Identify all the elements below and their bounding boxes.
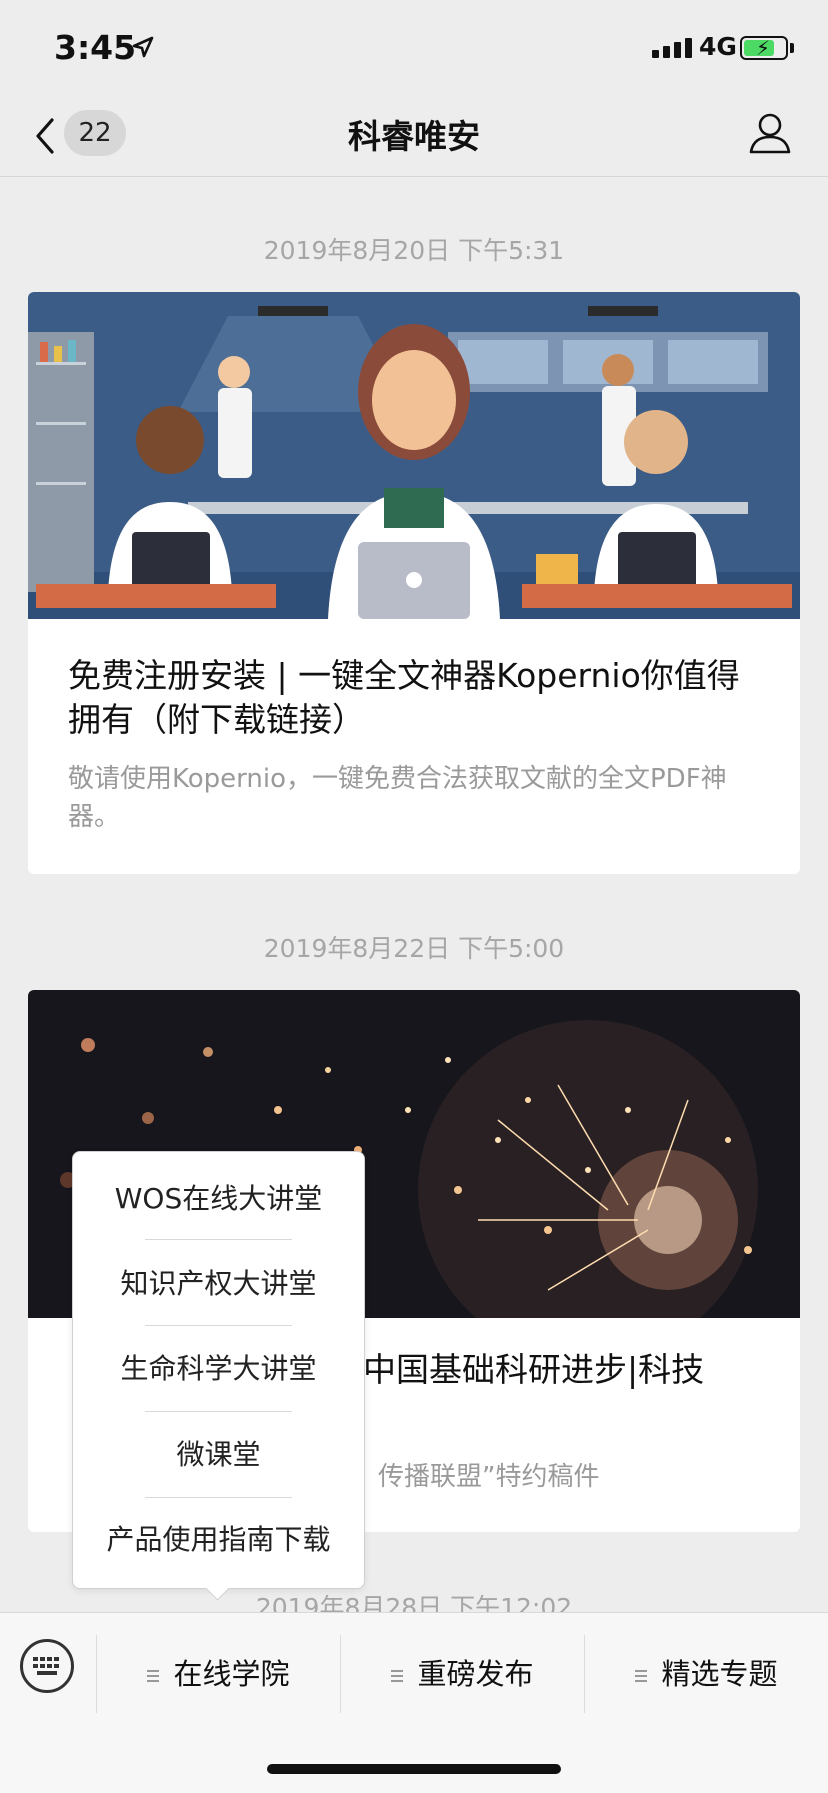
submenu-indicator-icon [635,1667,648,1685]
submenu-item-product-guide[interactable]: 产品使用指南下载 [73,1497,364,1583]
battery-tip [790,43,794,53]
submenu-item-micro-class[interactable]: 微课堂 [73,1412,364,1498]
submenu-divider [145,1239,292,1240]
menu-online-academy[interactable]: 在线学院 [97,1635,340,1713]
submenu-popup: WOS在线大讲堂 知识产权大讲堂 生命科学大讲堂 微课堂 产品使用指南下载 [72,1151,365,1589]
status-bar: 3:45 4G ⚡ [0,0,828,96]
keyboard-icon[interactable] [20,1639,74,1693]
article-card[interactable]: 免费注册安装 | 一键全文神器Kopernio你值得拥有（附下载链接） 敬请使用… [28,292,800,874]
profile-icon[interactable] [748,110,792,156]
article-description: 敬请使用Kopernio，一键免费合法获取文献的全文PDF神器。 [68,764,727,832]
signal-strength-icon [652,38,692,58]
message-date: 2019年8月20日 下午5:31 [263,236,565,265]
message-date: 2019年8月22日 下午5:00 [263,934,565,963]
network-type: 4G [699,32,737,61]
location-arrow-icon [132,36,154,58]
article-cover-image [28,292,800,619]
menu-label: 重磅发布 [417,1657,534,1691]
article-title[interactable]: 中国基础科研进步|科技 [363,1348,783,1392]
menu-featured-topics[interactable]: 精选专题 [585,1635,828,1713]
submenu-indicator-icon [147,1667,160,1685]
submenu-item-ip[interactable]: 知识产权大讲堂 [73,1241,364,1327]
home-indicator[interactable] [267,1764,561,1774]
submenu-item-life-science[interactable]: 生命科学大讲堂 [73,1326,364,1412]
article-title[interactable]: 免费注册安装 | 一键全文神器Kopernio你值得拥有（附下载链接） [68,654,768,742]
menu-label: 精选专题 [661,1657,778,1691]
nav-bar: 22 科睿唯安 [0,96,828,177]
status-time: 3:45 [54,28,137,67]
menu-major-release[interactable]: 重磅发布 [341,1635,584,1713]
menu-label: 在线学院 [173,1657,290,1691]
submenu-item-wos[interactable]: WOS在线大讲堂 [73,1156,364,1242]
submenu-indicator-icon [391,1667,404,1685]
battery-icon: ⚡ [740,36,788,60]
page-title: 科睿唯安 [348,117,480,156]
article-description: 传播联盟”特约稿件 [378,1462,600,1492]
